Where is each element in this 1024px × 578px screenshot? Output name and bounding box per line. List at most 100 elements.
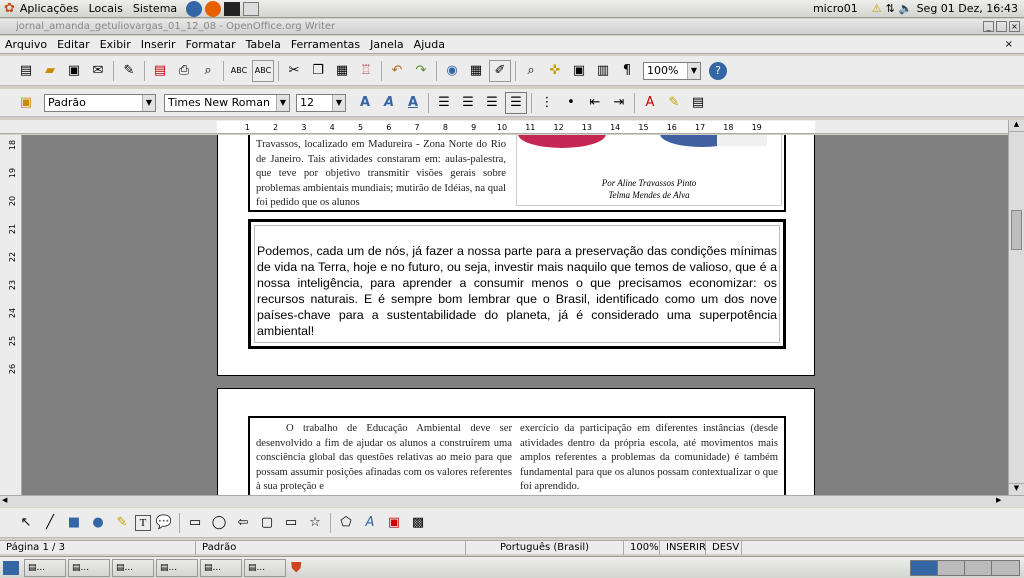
align-right-icon[interactable]: ☰: [481, 92, 503, 114]
italic-icon[interactable]: A: [378, 92, 400, 114]
find-replace-icon[interactable]: ⌕: [520, 60, 542, 82]
hyperlink-icon[interactable]: ◉: [441, 60, 463, 82]
edit-icon[interactable]: [243, 1, 260, 16]
clock[interactable]: Seg 01 Dez, 16:43: [917, 2, 1018, 15]
workspace-2[interactable]: [938, 560, 965, 575]
app-shield-icon[interactable]: ⛊: [291, 560, 302, 576]
from-file-icon[interactable]: ▣: [383, 512, 405, 534]
paragraph-style-select[interactable]: Padrão ▼: [44, 93, 156, 112]
scroll-right-arrow[interactable]: ▶: [996, 496, 1001, 504]
document-area[interactable]: Travassos, localizado em Madureira - Zon…: [0, 135, 1008, 495]
doc-close-icon[interactable]: ×: [1000, 39, 1018, 50]
menu-janela[interactable]: Janela: [365, 38, 409, 51]
taskbar-item[interactable]: ▤...: [200, 558, 242, 577]
email-icon[interactable]: ✉: [87, 60, 109, 82]
open-folder-icon[interactable]: ▰: [39, 60, 61, 82]
volume-icon[interactable]: 🔈: [899, 2, 913, 15]
taskbar-item[interactable]: ▤...: [244, 558, 286, 577]
align-center-icon[interactable]: ☰: [457, 92, 479, 114]
datasources-icon[interactable]: ▥: [592, 60, 614, 82]
network-icon[interactable]: ⇅: [886, 2, 895, 15]
help-icon[interactable]: [186, 0, 203, 17]
minimize-icon[interactable]: _: [983, 21, 994, 32]
symbol-shapes-icon[interactable]: ◯: [208, 512, 230, 534]
menu-formatar[interactable]: Formatar: [181, 38, 241, 51]
warning-icon[interactable]: ⚠: [872, 2, 882, 15]
firefox-icon[interactable]: [205, 0, 222, 17]
menu-ferramentas[interactable]: Ferramentas: [286, 38, 365, 51]
copy-icon[interactable]: ❐: [307, 60, 329, 82]
horizontal-scrollbar[interactable]: ◀ ▶: [0, 495, 1024, 507]
paste-icon[interactable]: ▦: [331, 60, 353, 82]
help-icon[interactable]: ?: [709, 61, 727, 80]
status-style[interactable]: Padrão: [196, 540, 466, 555]
close-icon[interactable]: ×: [1009, 21, 1020, 32]
edit-file-icon[interactable]: ✎: [118, 60, 140, 82]
vertical-ruler[interactable]: 18 19 20 21 22 23 24 25 26: [0, 135, 22, 495]
background-color-icon[interactable]: ▤: [687, 92, 709, 114]
taskbar-item[interactable]: ▤...: [112, 558, 154, 577]
flowchart-icon[interactable]: ▢: [256, 512, 278, 534]
fontwork-icon[interactable]: A: [359, 512, 381, 534]
menu-exibir[interactable]: Exibir: [95, 38, 136, 51]
stars-icon[interactable]: ☆: [304, 512, 326, 534]
workspace-1[interactable]: [911, 560, 938, 575]
format-paintbrush-icon[interactable]: ♖: [355, 60, 377, 82]
cut-icon[interactable]: ✂: [283, 60, 305, 82]
undo-icon[interactable]: ↶: [386, 60, 408, 82]
styles-formatting-icon[interactable]: ▣: [15, 92, 37, 114]
text-icon[interactable]: T: [135, 514, 151, 531]
workspace-4[interactable]: [992, 560, 1019, 575]
vertical-scrollbar[interactable]: ▲ ▼: [1008, 120, 1024, 495]
status-insert-mode[interactable]: INSERIR: [660, 540, 706, 555]
status-page[interactable]: Página 1 / 3: [0, 540, 196, 555]
menu-inserir[interactable]: Inserir: [136, 38, 181, 51]
font-color-icon[interactable]: A: [639, 92, 661, 114]
extrusion-icon[interactable]: ▩: [407, 512, 429, 534]
gnome-foot-icon[interactable]: ✿: [4, 1, 15, 16]
block-arrows-icon[interactable]: ⇦: [232, 512, 254, 534]
increase-indent-icon[interactable]: ⇥: [608, 92, 630, 114]
terminal-icon[interactable]: [224, 1, 241, 16]
print-icon[interactable]: ⎙: [173, 60, 195, 82]
callouts-icon[interactable]: ▭: [280, 512, 302, 534]
scroll-down-arrow[interactable]: ▼: [1009, 483, 1024, 495]
workspace-3[interactable]: [965, 560, 992, 575]
underline-icon[interactable]: A: [402, 92, 424, 114]
table-icon[interactable]: ▦: [465, 60, 487, 82]
show-desktop-icon[interactable]: [3, 560, 19, 575]
scroll-left-arrow[interactable]: ◀: [2, 496, 7, 504]
bold-icon[interactable]: A: [354, 92, 376, 114]
numbering-icon[interactable]: ⋮: [536, 92, 558, 114]
scroll-up-arrow[interactable]: ▲: [1009, 120, 1024, 132]
menu-aplicacoes[interactable]: Aplicações: [15, 2, 84, 15]
menu-tabela[interactable]: Tabela: [241, 38, 286, 51]
autospellcheck-icon[interactable]: ABC: [252, 59, 274, 82]
select-pointer-icon[interactable]: ↖: [15, 512, 37, 534]
spellcheck-icon[interactable]: ABC: [228, 60, 250, 82]
font-name-select[interactable]: Times New Roman ▼: [164, 93, 290, 112]
horizontal-ruler[interactable]: 1 2 3 4 5 6 7 8 9 10 11 12 13 14 15 16 17 18 19: [0, 120, 1024, 134]
taskbar-item[interactable]: ▤...: [24, 558, 66, 577]
navigator-icon[interactable]: ✜: [544, 60, 566, 82]
status-zoom[interactable]: 100%: [624, 540, 660, 555]
highlight-icon[interactable]: ✎: [663, 92, 685, 114]
page-preview-icon[interactable]: ⌕: [197, 60, 219, 82]
menu-arquivo[interactable]: Arquivo: [0, 38, 52, 51]
align-left-icon[interactable]: ☰: [433, 92, 455, 114]
menu-ajuda[interactable]: Ajuda: [409, 38, 450, 51]
basic-shapes-icon[interactable]: ▭: [184, 512, 206, 534]
taskbar-item[interactable]: ▤...: [156, 558, 198, 577]
ellipse-icon[interactable]: ●: [87, 512, 109, 534]
bullets-icon[interactable]: •: [560, 92, 582, 114]
decrease-indent-icon[interactable]: ⇤: [584, 92, 606, 114]
user-name[interactable]: micro01: [813, 2, 858, 15]
maximize-icon[interactable]: [996, 21, 1007, 32]
gallery-icon[interactable]: ▣: [568, 60, 590, 82]
justify-icon[interactable]: ☰: [505, 91, 527, 114]
redo-icon[interactable]: ↷: [410, 60, 432, 82]
export-pdf-icon[interactable]: ▤: [149, 60, 171, 82]
callout-icon[interactable]: 💬: [153, 512, 175, 534]
font-size-select[interactable]: 12 ▼: [296, 93, 346, 112]
new-document-icon[interactable]: ▤: [15, 60, 37, 82]
